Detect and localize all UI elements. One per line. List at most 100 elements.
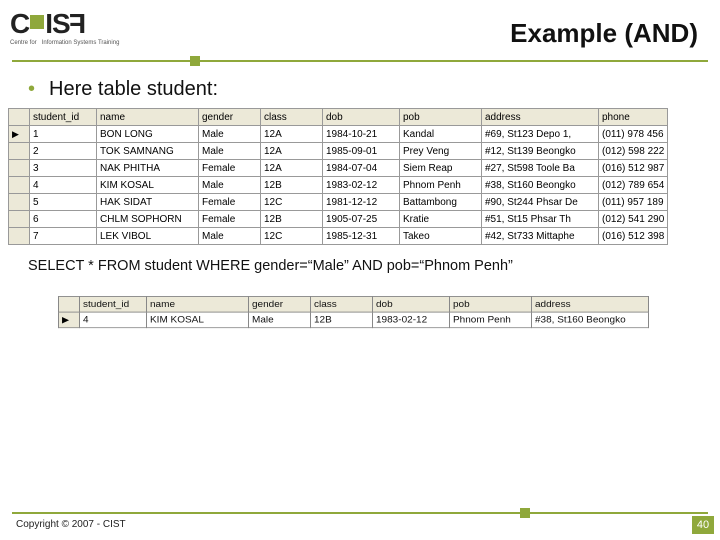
sql-query: SELECT * FROM student WHERE gender=“Male… (28, 258, 513, 274)
cell: #38, St160 Beongko (532, 312, 649, 328)
bullet-text: • Here table student: (28, 78, 218, 101)
logo-subtext: Centre for (10, 40, 37, 46)
cell: TOK SAMNANG (97, 143, 199, 160)
cell: 1981-12-12 (323, 194, 400, 211)
column-header: pob (400, 109, 482, 126)
table-row: 3NAK PHITHAFemale12A1984-07-04Siem Reap#… (9, 160, 668, 177)
table-row: ▶4KIM KOSALMale12B1983-02-12Phnom Penh#3… (59, 312, 649, 328)
cell: Male (199, 126, 261, 143)
column-header: address (482, 109, 599, 126)
cell: 1985-12-31 (323, 228, 400, 245)
table-row: 6CHLM SOPHORNFemale12B1905-07-25Kratie#5… (9, 211, 668, 228)
cell: 12C (261, 228, 323, 245)
column-header: name (147, 296, 249, 312)
column-header: gender (249, 296, 311, 312)
column-header: name (97, 109, 199, 126)
page-number: 40 (692, 516, 714, 534)
cell: 5 (30, 194, 97, 211)
column-header: phone (599, 109, 668, 126)
cell: 1983-02-12 (373, 312, 450, 328)
cell: #27, St598 Toole Ba (482, 160, 599, 177)
cell: BON LONG (97, 126, 199, 143)
cell: Takeo (400, 228, 482, 245)
table-row: ▶1BON LONGMale12A1984-10-21Kandal#69, St… (9, 126, 668, 143)
column-header: address (532, 296, 649, 312)
cell: (016) 512 398 (599, 228, 668, 245)
cell: Battambong (400, 194, 482, 211)
column-header: dob (373, 296, 450, 312)
cell: CHLM SOPHORN (97, 211, 199, 228)
cell: 1 (30, 126, 97, 143)
cell: Male (199, 228, 261, 245)
cell: Phnom Penh (450, 312, 532, 328)
table-row: 5HAK SIDATFemale12C1981-12-12Battambong#… (9, 194, 668, 211)
column-header: class (311, 296, 373, 312)
bullet-label: Here table student: (49, 78, 218, 100)
cell: #69, St123 Depo 1, (482, 126, 599, 143)
cell: 7 (30, 228, 97, 245)
table-row: 4KIM KOSALMale12B1983-02-12Phnom Penh#38… (9, 177, 668, 194)
cell: 12A (261, 143, 323, 160)
cell: Kandal (400, 126, 482, 143)
cell: Female (199, 211, 261, 228)
cell: 2 (30, 143, 97, 160)
cell: Phnom Penh (400, 177, 482, 194)
column-header: pob (450, 296, 532, 312)
cell: 12B (261, 177, 323, 194)
footer-rule-dot-icon (520, 508, 530, 518)
cell: 12B (311, 312, 373, 328)
cell: #12, St139 Beongko (482, 143, 599, 160)
table-row: 2TOK SAMNANGMale12A1985-09-01Prey Veng#1… (9, 143, 668, 160)
cell: 1983-02-12 (323, 177, 400, 194)
cell: Male (199, 143, 261, 160)
table-row: 7LEK VIBOLMale12C1985-12-31Takeo#42, St7… (9, 228, 668, 245)
cell: (012) 598 222 (599, 143, 668, 160)
cell: (016) 512 987 (599, 160, 668, 177)
cell: Female (199, 160, 261, 177)
cell: KIM KOSAL (97, 177, 199, 194)
cell: Siem Reap (400, 160, 482, 177)
logo: C I S F Centre for Information Systems T… (10, 8, 180, 56)
logo-square-icon (30, 15, 44, 29)
cell: 1985-09-01 (323, 143, 400, 160)
copyright: Copyright © 2007 - CIST (16, 519, 126, 530)
column-header: student_id (80, 296, 147, 312)
column-header: gender (199, 109, 261, 126)
cell: 4 (30, 177, 97, 194)
footer-rule (12, 512, 708, 514)
cell: Male (199, 177, 261, 194)
cell: 1984-07-04 (323, 160, 400, 177)
title-rule (12, 60, 708, 62)
column-header: dob (323, 109, 400, 126)
cell: Kratie (400, 211, 482, 228)
bullet-icon: • (28, 78, 35, 100)
cell: Female (199, 194, 261, 211)
title-rule-dot-icon (190, 56, 200, 66)
cell: #90, St244 Phsar De (482, 194, 599, 211)
cell: Male (249, 312, 311, 328)
cell: 1984-10-21 (323, 126, 400, 143)
logo-letter: C (10, 8, 29, 40)
logo-letter: S (52, 8, 70, 40)
cell: 3 (30, 160, 97, 177)
cell: KIM KOSAL (147, 312, 249, 328)
result-table: student_idnamegenderclassdobpobaddress▶4… (58, 296, 710, 328)
cell: 12C (261, 194, 323, 211)
column-header: class (261, 109, 323, 126)
cell: #51, St15 Phsar Th (482, 211, 599, 228)
cell: #42, St733 Mittaphe (482, 228, 599, 245)
cell: (012) 789 654 (599, 177, 668, 194)
cell: (012) 541 290 (599, 211, 668, 228)
logo-subtext: Information Systems Training (42, 40, 120, 46)
cell: (011) 978 456 (599, 126, 668, 143)
cell: #38, St160 Beongko (482, 177, 599, 194)
cell: 12A (261, 126, 323, 143)
cell: 12B (261, 211, 323, 228)
slide-title: Example (AND) (510, 18, 698, 49)
column-header: student_id (30, 109, 97, 126)
cell: HAK SIDAT (97, 194, 199, 211)
cell: LEK VIBOL (97, 228, 199, 245)
cell: Prey Veng (400, 143, 482, 160)
cell: 12A (261, 160, 323, 177)
logo-letter: F (70, 8, 86, 40)
